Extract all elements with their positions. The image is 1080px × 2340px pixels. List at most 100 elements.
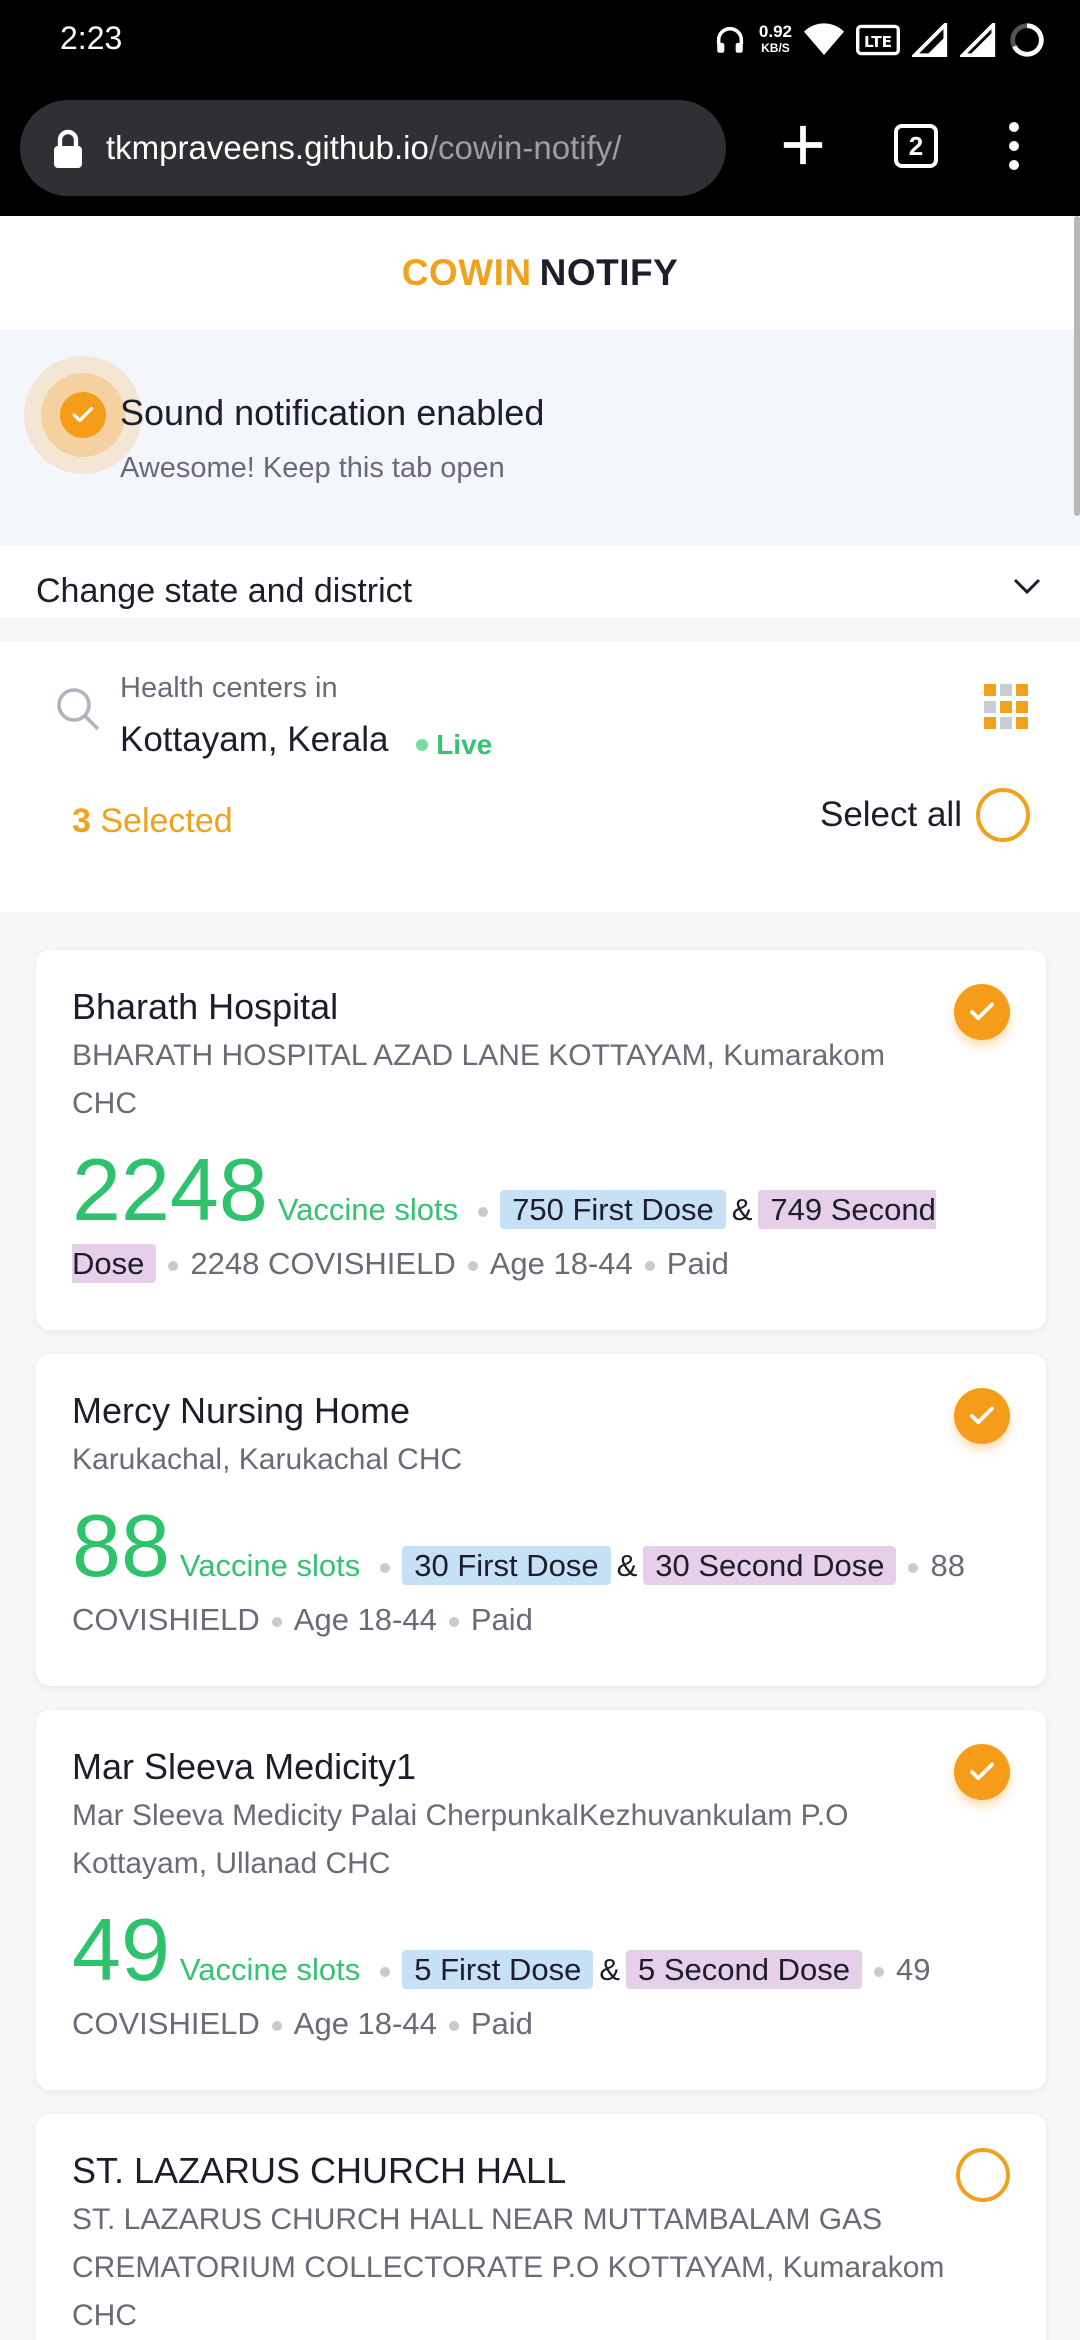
center-name: Bharath Hospital — [72, 986, 339, 1027]
separator-dot — [271, 1616, 282, 1627]
center-address: ST. LAZARUS CHURCH HALL NEAR MUTTAMBALAM… — [72, 2203, 945, 2332]
second-dose-badge: 5 Second Dose — [626, 1950, 863, 1989]
svg-text:LTE: LTE — [864, 33, 892, 51]
health-centers-label: Health centers in — [120, 672, 338, 704]
address-bar[interactable]: tkmpraveens.github.io/cowin-notify/ — [20, 100, 726, 196]
live-dot — [416, 739, 429, 751]
ampersand: & — [599, 1952, 621, 1987]
chevron-down-icon — [1013, 578, 1041, 595]
url-path: /cowin-notify/ — [428, 129, 622, 166]
selected-count: 3 Selected — [72, 802, 233, 841]
status-time: 2:23 — [60, 20, 123, 56]
divider — [0, 618, 1080, 642]
network-speed-value: 0.92 — [758, 22, 792, 41]
district-label: Change state and district — [36, 572, 413, 610]
slot-count: 49 — [72, 1900, 170, 1999]
network-speed: 0.92 KB/S — [758, 22, 792, 56]
center-card[interactable]: Mar Sleeva Medicity1 Mar Sleeva Medicity… — [36, 1710, 1046, 2090]
fee-type: Paid — [470, 1602, 533, 1637]
url-domain: tkmpraveens.github.io — [106, 129, 429, 166]
center-checkbox-checked[interactable] — [954, 1388, 1010, 1444]
search-icon[interactable] — [54, 684, 102, 734]
location-title: Kottayam, Kerala Live — [120, 720, 492, 761]
second-dose-badge: 30 Second Dose — [643, 1546, 897, 1585]
age-range: Age 18-44 — [489, 1246, 633, 1281]
scroll-indicator[interactable] — [1074, 216, 1080, 516]
live-label: Live — [436, 729, 493, 760]
center-checkbox-checked[interactable] — [954, 1744, 1010, 1800]
new-tab-plus-icon[interactable] — [780, 122, 826, 168]
health-center-panel: Health centers in Kottayam, Kerala Live … — [0, 642, 1080, 912]
separator-dot — [874, 1966, 885, 1977]
center-slot-info: 49 Vaccine slots 5 First Dose & 5 Second Dos… — [72, 1902, 1010, 2050]
web-page: COWIN NOTIFY Sound notification enabled … — [0, 216, 1080, 2340]
notice-subtitle: Awesome! Keep this tab open — [120, 452, 505, 484]
tab-count: 2 — [908, 130, 924, 161]
center-card[interactable]: ST. LAZARUS CHURCH HALL ST. LAZARUS CHUR… — [36, 2114, 1046, 2340]
headphones-icon — [716, 26, 744, 53]
signal-icon-1 — [912, 23, 948, 57]
separator-dot — [380, 1966, 391, 1977]
status-icons: 0.92 KB/S LTE — [713, 18, 1046, 62]
center-address: BHARATH HOSPITAL AZAD LANE KOTTAYAM, Kum… — [72, 1039, 885, 1120]
sound-notification-banner: Sound notification enabled Awesome! Keep… — [0, 330, 1080, 546]
fee-type: Paid — [666, 1246, 729, 1281]
change-district-toggle[interactable]: Change state and district — [0, 546, 1080, 618]
battery-ring-icon — [1010, 23, 1044, 57]
location-name: Kottayam, Kerala — [120, 720, 389, 759]
separator-dot — [467, 1260, 478, 1271]
first-dose-badge: 5 First Dose — [402, 1950, 594, 1989]
brand-secondary: NOTIFY — [539, 252, 679, 293]
browser-toolbar: tkmpraveens.github.io/cowin-notify/ 2 — [0, 82, 1080, 216]
check-icon — [970, 1762, 994, 1781]
center-address: Mar Sleeva Medicity Palai CherpunkalKezh… — [72, 1799, 849, 1880]
first-dose-badge: 30 First Dose — [402, 1546, 611, 1585]
selected-label: Selected — [100, 802, 233, 840]
check-icon — [970, 1406, 994, 1425]
select-all-label: Select all — [819, 795, 962, 834]
slots-label: Vaccine slots — [179, 1952, 361, 1987]
selected-number: 3 — [72, 802, 91, 840]
separator-dot — [168, 1260, 179, 1271]
center-card[interactable]: Bharath Hospital BHARATH HOSPITAL AZAD L… — [36, 950, 1046, 1330]
age-range: Age 18-44 — [293, 1602, 437, 1637]
check-icon — [72, 406, 94, 423]
select-all-toggle[interactable]: Select all — [820, 788, 1030, 842]
app-header: COWIN NOTIFY — [0, 216, 1080, 330]
network-speed-unit: KB/S — [761, 41, 790, 55]
brand-primary: COWIN — [401, 252, 532, 293]
slot-count: 2248 — [72, 1140, 268, 1239]
check-icon — [970, 1002, 994, 1021]
signal-icon-2 — [960, 23, 996, 57]
center-name: Mercy Nursing Home — [72, 1390, 411, 1431]
separator-dot — [644, 1260, 655, 1271]
separator-dot — [908, 1562, 919, 1573]
url-text[interactable]: tkmpraveens.github.io/cowin-notify/ — [106, 129, 621, 167]
center-address: Karukachal, Karukachal CHC — [72, 1443, 463, 1476]
slot-count: 88 — [72, 1496, 170, 1595]
vaccine-type: 2248 COVISHIELD — [190, 1246, 456, 1281]
separator-dot — [478, 1206, 489, 1217]
first-dose-badge: 750 First Dose — [500, 1190, 726, 1229]
separator-dot — [448, 1616, 459, 1627]
overflow-menu-icon[interactable] — [1004, 122, 1024, 170]
center-checkbox-unchecked[interactable] — [956, 2148, 1010, 2202]
ampersand: & — [616, 1548, 638, 1583]
separator-dot — [380, 1562, 391, 1573]
live-badge: Live — [416, 729, 492, 761]
center-card[interactable]: Mercy Nursing Home Karukachal, Karukacha… — [36, 1354, 1046, 1686]
ampersand: & — [731, 1192, 753, 1227]
center-list: Bharath Hospital BHARATH HOSPITAL AZAD L… — [0, 912, 1080, 2340]
lock-icon — [54, 129, 82, 168]
wifi-icon — [804, 23, 844, 55]
center-slot-info: 88 Vaccine slots 30 First Dose & 30 Second D… — [72, 1498, 1010, 1646]
center-checkbox-checked[interactable] — [954, 984, 1010, 1040]
tab-switcher-button[interactable]: 2 — [894, 124, 938, 168]
select-all-checkbox[interactable] — [976, 788, 1030, 842]
age-range: Age 18-44 — [293, 2006, 437, 2041]
fee-type: Paid — [470, 2006, 533, 2041]
center-name: Mar Sleeva Medicity1 — [72, 1746, 417, 1787]
separator-dot — [448, 2020, 459, 2031]
separator-dot — [271, 2020, 282, 2031]
grid-view-icon[interactable] — [984, 684, 1030, 730]
